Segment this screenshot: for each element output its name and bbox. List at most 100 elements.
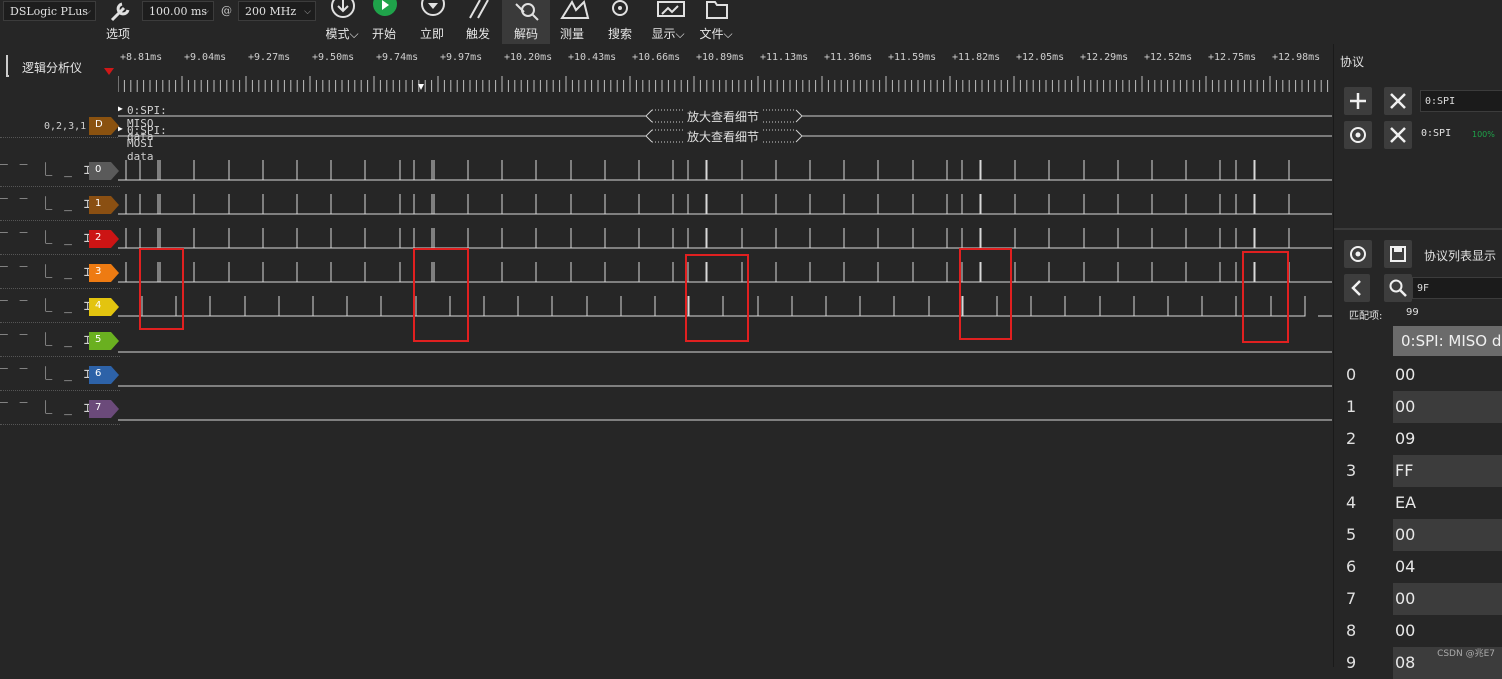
channel-tag-7[interactable]: 7 [89, 400, 119, 418]
channel-tag-label: 5 [95, 334, 102, 345]
file-button[interactable]: 文件⌵ [692, 0, 740, 44]
channel-trigger-icons[interactable]: ‾ ‾ ⎿ _ ⌶ [0, 227, 94, 246]
display-button[interactable]: 显示⌵ [644, 0, 692, 44]
list-item[interactable]: 7 00 [1334, 583, 1502, 615]
channel-tag-shape [89, 196, 119, 214]
list-item[interactable]: 8 00 [1334, 615, 1502, 647]
highlight-box [685, 254, 749, 342]
ruler-tick-label: +8.81ms [120, 52, 163, 63]
channel-tag-shape [89, 298, 119, 316]
panel-divider [1334, 228, 1502, 230]
plus-icon [1350, 93, 1366, 109]
decoder-tag[interactable]: D [89, 117, 119, 135]
channel-tag-6[interactable]: 6 [89, 366, 119, 384]
cursor-marker-icon [104, 68, 114, 75]
list-item[interactable]: 5 00 [1334, 519, 1502, 551]
ruler-tick-label: +9.04ms [184, 52, 227, 63]
search-input[interactable]: 9F [1412, 277, 1502, 299]
magnifier-icon [1389, 279, 1407, 297]
save-list-button[interactable] [1384, 240, 1412, 268]
column-header[interactable]: 0:SPI: MISO d [1393, 326, 1502, 356]
channel-tag-shape [89, 366, 119, 384]
decode-button[interactable]: 解码 [502, 0, 550, 44]
close-icon [1390, 127, 1406, 143]
channel-tag-4[interactable]: 4 [89, 298, 119, 316]
ruler-tick-label: +11.13ms [760, 52, 809, 63]
search-button[interactable]: 搜索 [596, 0, 644, 44]
list-item-index: 7 [1346, 589, 1357, 608]
list-item[interactable]: 4 EA [1334, 487, 1502, 519]
channel-trigger-icons[interactable]: ‾ ‾ ⎿ _ ⌶ [0, 159, 94, 178]
display-label: 显示⌵ [651, 27, 685, 41]
channel-tag-label: 4 [95, 300, 102, 311]
measure-button[interactable]: 测量 [548, 0, 596, 44]
file-label: 文件⌵ [699, 27, 733, 41]
channel-tag-5[interactable]: 5 [89, 332, 119, 350]
options-button[interactable]: 选项 [94, 0, 142, 44]
match-label: 匹配项: [1349, 311, 1383, 322]
remove-decoder-button[interactable] [1384, 121, 1412, 149]
list-settings-button[interactable] [1344, 240, 1372, 268]
add-decoder-button[interactable] [1344, 87, 1372, 115]
toolbar: DSLogic PLus ⌵ 选项 100.00 ms ⌵ @ 200 MHz … [0, 0, 1502, 44]
channel-tag-label: 3 [95, 266, 102, 277]
channel-2-waveform [118, 228, 1332, 249]
panel-collapse-icon[interactable] [6, 55, 9, 77]
list-item-value: FF [1393, 455, 1502, 487]
samplerate-select[interactable]: 200 MHz ⌵ [238, 1, 316, 21]
list-item-index: 8 [1346, 621, 1357, 640]
channel-tag-0[interactable]: 0 [89, 162, 119, 180]
protocol-panel-title: 协议 [1340, 55, 1365, 69]
decoder-name-field[interactable]: 0:SPI [1420, 90, 1502, 112]
list-item-index: 3 [1346, 461, 1357, 480]
channel-trigger-icons[interactable]: ‾ ‾ ⎿ _ ⌶ [0, 295, 94, 314]
channel-trigger-icons[interactable]: ‾ ‾ ⎿ _ ⌶ [0, 363, 94, 382]
list-item[interactable]: 0 00 [1334, 359, 1502, 391]
channel-tag-1[interactable]: 1 [89, 196, 119, 214]
options-label: 选项 [105, 27, 130, 41]
ruler-tick-label: +12.98ms [1272, 52, 1321, 63]
device-select-value: DSLogic PLus [10, 5, 88, 18]
channel-trigger-icons[interactable]: ‾ ‾ ⎿ _ ⌶ [0, 193, 94, 212]
search-button[interactable] [1384, 274, 1412, 302]
list-item[interactable]: 1 00 [1334, 391, 1502, 423]
channel-trigger-icons[interactable]: ‾ ‾ ⎿ _ ⌶ [0, 261, 94, 280]
chevron-down-icon: ⌵ [304, 7, 311, 17]
list-item-value: 00 [1393, 519, 1502, 551]
duration-select[interactable]: 100.00 ms ⌵ [142, 1, 214, 21]
list-item-value: EA [1395, 493, 1417, 512]
chevron-down-icon: ⌵ [202, 7, 209, 17]
channel-tag-shape [89, 400, 119, 418]
trigger-button[interactable]: 触发 [454, 0, 502, 44]
instant-button[interactable]: 立即 [408, 0, 456, 44]
channel-tag-3[interactable]: 3 [89, 264, 119, 282]
start-label: 开始 [371, 27, 396, 41]
list-item[interactable]: 3 FF [1334, 455, 1502, 487]
search-label: 搜索 [607, 27, 632, 41]
channel-tag-shape [89, 332, 119, 350]
decoder-settings-button[interactable] [1344, 121, 1372, 149]
match-count: 99 [1406, 307, 1419, 318]
ruler-tick-label: +9.74ms [376, 52, 419, 63]
search-icon [612, 0, 628, 16]
list-item[interactable]: 2 09 [1334, 423, 1502, 455]
channel-tag-label: 7 [95, 402, 102, 413]
ruler-tick-label: +12.05ms [1016, 52, 1065, 63]
measure-label: 测量 [559, 27, 584, 41]
ruler-tick-label: +11.36ms [824, 52, 873, 63]
device-select[interactable]: DSLogic PLus ⌵ [3, 1, 96, 21]
decoder-name-value: 0:SPI [1425, 96, 1456, 107]
list-item-index: 5 [1346, 525, 1357, 544]
start-button[interactable]: 开始 [360, 0, 408, 44]
channel-trigger-icons[interactable]: ‾ ‾ ⎿ _ ⌶ [0, 329, 94, 348]
protocol-list-title: 协议列表显示 [1424, 249, 1497, 263]
zoom-hint-mosi: 放大查看细节 [685, 128, 762, 145]
list-item[interactable]: 6 04 [1334, 551, 1502, 583]
mode-button[interactable]: 模式⌵ [318, 0, 366, 44]
channel-trigger-icons[interactable]: ‾ ‾ ⎿ _ ⌶ [0, 397, 94, 416]
channel-tag-2[interactable]: 2 [89, 230, 119, 248]
search-prev-button[interactable] [1344, 274, 1370, 302]
chevron-left-icon [1351, 280, 1361, 296]
remove-all-decoders-button[interactable] [1384, 87, 1412, 115]
decoder-progress: 100% [1472, 130, 1495, 139]
